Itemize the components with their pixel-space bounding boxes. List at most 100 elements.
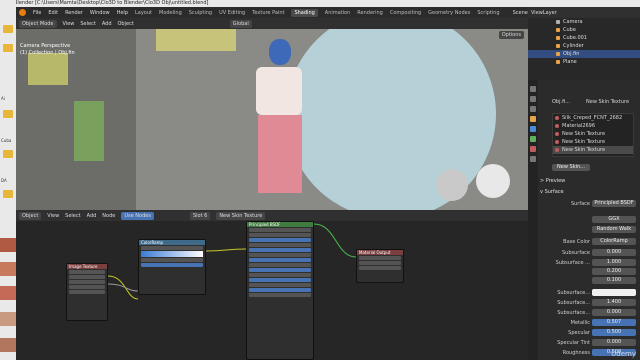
tab-layout[interactable]: Layout <box>135 10 152 16</box>
param-field[interactable]: 0.000 <box>592 339 636 346</box>
node-field[interactable] <box>249 233 311 237</box>
shader-node-editor[interactable]: Image Texture ColorRamp Principled BSDF <box>16 221 528 360</box>
material-tab-icon[interactable] <box>530 146 536 152</box>
material-slot-list[interactable]: Silk_Creped_FCNT_2682 Material2696 New S… <box>552 113 634 157</box>
node-field[interactable] <box>249 283 311 287</box>
param-field[interactable]: 0.000 <box>592 249 636 256</box>
figure-head[interactable] <box>269 39 291 65</box>
material-slot[interactable]: New Skin Texture <box>553 146 633 154</box>
outliner-item-cube[interactable]: Cube <box>528 26 640 34</box>
object-mode-dropdown[interactable]: Object Mode <box>19 19 57 28</box>
object-tab-icon[interactable] <box>530 116 536 122</box>
3d-viewport[interactable]: Camera Perspective (1) Collection | Obj.… <box>16 29 528 210</box>
menu-window[interactable]: Window <box>90 10 110 16</box>
color-ramp-gradient[interactable] <box>141 251 203 257</box>
tab-sculpting[interactable]: Sculpting <box>189 10 212 16</box>
output-tab-icon[interactable] <box>530 106 536 112</box>
node-field[interactable] <box>141 263 203 267</box>
options-dropdown[interactable]: Options <box>498 31 524 39</box>
thumbnail[interactable] <box>0 238 16 252</box>
thumbnail[interactable] <box>0 312 16 326</box>
folder-icon[interactable] <box>3 150 13 158</box>
scene-selector[interactable]: Scene <box>513 10 528 16</box>
node-field[interactable] <box>249 238 311 242</box>
image-texture-node[interactable]: Image Texture <box>66 263 108 321</box>
outliner-item-cube-001[interactable]: Cube.001 <box>528 34 640 42</box>
param-field[interactable]: 1.000 <box>592 259 636 266</box>
param-field[interactable]: 0.000 <box>592 309 636 316</box>
node-field[interactable] <box>141 246 203 250</box>
object-menu[interactable]: Object <box>118 21 134 27</box>
properties-editor[interactable]: Obj.fi... New Skin Texture Silk_Creped_F… <box>528 80 640 360</box>
node-field[interactable] <box>359 266 401 270</box>
node-field[interactable] <box>249 253 311 257</box>
menu-help[interactable]: Help <box>117 10 128 16</box>
texture-tab-icon[interactable] <box>530 156 536 162</box>
node-field[interactable] <box>249 278 311 282</box>
preview-section[interactable]: > Preview <box>540 177 640 185</box>
param-field[interactable]: 1.400 <box>592 299 636 306</box>
render-tab-icon[interactable] <box>530 96 536 102</box>
thumbnail[interactable] <box>0 286 16 300</box>
blender-menu-icon[interactable] <box>19 9 26 16</box>
thumbnail[interactable] <box>0 338 16 352</box>
node-field[interactable] <box>69 290 105 294</box>
outliner-item-cylinder[interactable]: Cylinder <box>528 42 640 50</box>
node-field[interactable] <box>359 256 401 260</box>
material-slot[interactable]: Silk_Creped_FCNT_2682 <box>553 114 633 122</box>
distribution-dropdown[interactable]: GGX <box>592 216 636 223</box>
tab-scripting[interactable]: Scripting <box>477 10 499 16</box>
colorramp-node[interactable]: ColorRamp <box>138 239 206 295</box>
param-field[interactable]: 0.100 <box>592 277 636 284</box>
folder-icon[interactable] <box>3 190 13 198</box>
material-selector[interactable]: New Skin Texture <box>216 211 266 220</box>
tab-rendering[interactable]: Rendering <box>357 10 383 16</box>
node-field[interactable] <box>249 273 311 277</box>
node-field[interactable] <box>69 280 105 284</box>
menu-edit[interactable]: Edit <box>48 10 58 16</box>
outliner-item-obj-fin[interactable]: Obj.fin <box>528 50 640 58</box>
subsurface-method-dropdown[interactable]: Random Walk <box>592 226 636 233</box>
material-output-node[interactable]: Material Output <box>356 249 404 283</box>
view-layer-label[interactable]: ViewLayer <box>531 10 557 16</box>
plane-object[interactable] <box>156 29 236 51</box>
figure-skirt[interactable] <box>258 115 302 193</box>
material-slot[interactable]: New Skin Texture <box>553 130 633 138</box>
node-field[interactable] <box>359 261 401 265</box>
tab-geometry-nodes[interactable]: Geometry Nodes <box>428 10 470 16</box>
param-field[interactable]: 0.500 <box>592 329 636 336</box>
data-tab-icon[interactable] <box>530 136 536 142</box>
node-field[interactable] <box>69 270 105 274</box>
node-field[interactable] <box>249 268 311 272</box>
param-color-field[interactable] <box>592 289 636 296</box>
node-field[interactable] <box>249 228 311 232</box>
select-menu[interactable]: Select <box>80 21 95 27</box>
node-view-menu[interactable]: View <box>47 213 59 219</box>
node-field[interactable] <box>249 263 311 267</box>
outliner-item-plane[interactable]: Plane <box>528 58 640 66</box>
view-menu[interactable]: View <box>63 21 75 27</box>
folder-icon[interactable] <box>3 44 13 52</box>
node-field[interactable] <box>69 285 105 289</box>
figure-blouse[interactable] <box>256 67 302 115</box>
node-field[interactable] <box>141 258 203 262</box>
tab-compositing[interactable]: Compositing <box>390 10 421 16</box>
node-field[interactable] <box>249 293 311 297</box>
surface-shader-field[interactable]: Principled BSDF <box>592 200 636 207</box>
node-field[interactable] <box>249 258 311 262</box>
node-add-menu[interactable]: Add <box>87 213 97 219</box>
add-menu[interactable]: Add <box>102 21 112 27</box>
node-field[interactable] <box>249 288 311 292</box>
object-shader-dropdown[interactable]: Object <box>19 211 42 220</box>
folder-icon[interactable] <box>3 110 13 118</box>
param-field[interactable]: 0.507 <box>592 319 636 326</box>
modifier-tab-icon[interactable] <box>530 126 536 132</box>
node-field[interactable] <box>249 248 311 252</box>
node-select-menu[interactable]: Select <box>65 213 80 219</box>
tab-modeling[interactable]: Modeling <box>159 10 182 16</box>
tab-uv-editing[interactable]: UV Editing <box>219 10 245 16</box>
material-slot[interactable]: Material2696 <box>553 122 633 130</box>
outliner[interactable]: Camera Cube Cube.001 Cylinder Obj.fin Pl… <box>528 18 640 80</box>
surface-section[interactable]: v Surface <box>540 188 640 196</box>
tab-texture-paint[interactable]: Texture Paint <box>252 10 284 16</box>
